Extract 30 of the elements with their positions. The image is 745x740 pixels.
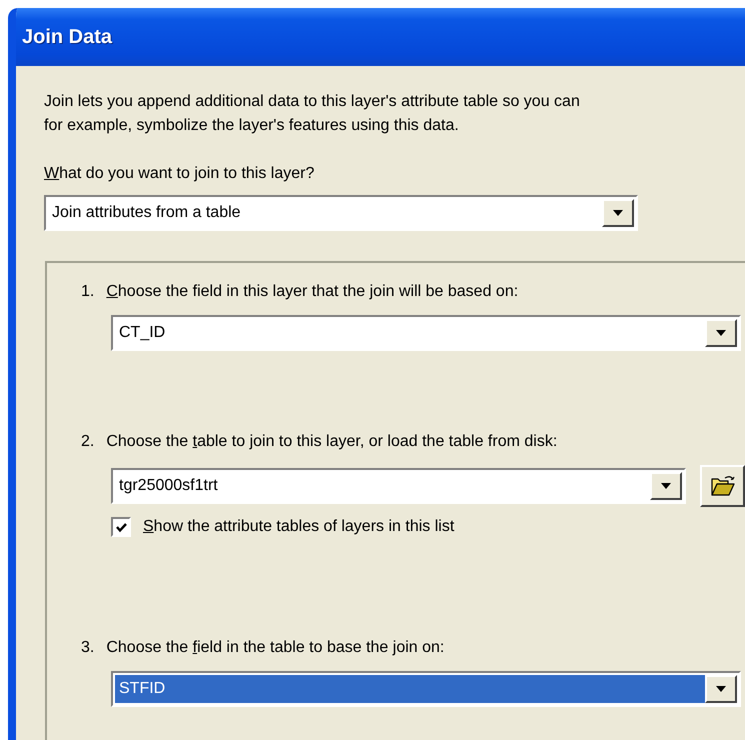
dropdown-value: CT_ID [118, 323, 166, 343]
dropdown[interactable]: CT_ID [111, 315, 741, 351]
check-icon [114, 520, 128, 534]
dropdown-value: tgr25000sf1trt [118, 476, 219, 496]
dropdown[interactable]: Join attributes from a table [44, 195, 638, 231]
step-label: Choose the field in the table to base the join on: [106, 639, 444, 657]
caret-icon [716, 330, 726, 336]
dropdown-arrow-button[interactable] [650, 472, 682, 500]
caret-icon [716, 686, 726, 692]
caret-icon [613, 210, 623, 216]
dropdown-arrow-button[interactable] [602, 199, 634, 227]
question-label: What do you want to join to this layer? [44, 165, 316, 183]
dropdown[interactable]: tgr25000sf1trt [111, 468, 686, 504]
step-label: Choose the field in this layer that the join will be based on: [106, 283, 518, 301]
open-folder-button[interactable] [700, 465, 745, 507]
step-label: Choose the table to join to this layer, or load the table from disk: [106, 433, 558, 451]
dropdown-arrow-button[interactable] [705, 675, 737, 703]
step-number: 1. [81, 283, 94, 301]
dropdown-value: STFID [115, 675, 705, 703]
checkbox-label: Show the attribute tables of layers in this list [143, 518, 454, 536]
checkbox[interactable] [111, 517, 131, 537]
description-text: Join lets you append additional data to this layer's attribute table so you can for example, symbolize the layer's features using this data. [44, 92, 581, 136]
step-number: 3. [81, 639, 94, 657]
window-title: Join Data [22, 26, 112, 48]
dropdown-arrow-button[interactable] [705, 319, 737, 347]
caret-icon [661, 483, 672, 489]
step-number: 2. [81, 433, 94, 451]
dropdown-value: Join attributes from a table [51, 203, 242, 223]
folder-icon [710, 475, 736, 497]
dropdown[interactable]: STFID [111, 671, 741, 707]
